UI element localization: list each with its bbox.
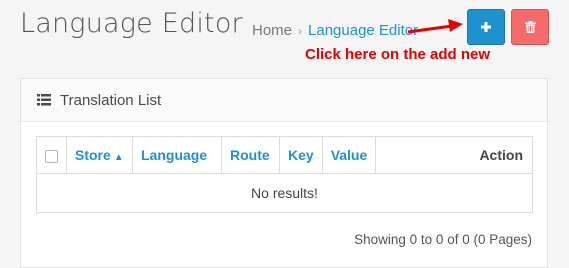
column-value-label: Value: [330, 147, 368, 163]
trash-icon: [524, 21, 536, 33]
pagination-info: Showing 0 to 0 of 0 (0 Pages): [354, 232, 532, 247]
column-store[interactable]: Store ▲: [66, 136, 133, 174]
panel-title: Translation List: [60, 91, 162, 109]
plus-icon: [481, 22, 491, 32]
translation-list-panel: Translation List Store ▲ Language Route K…: [20, 78, 548, 268]
select-all-checkbox[interactable]: [45, 149, 58, 163]
add-new-button[interactable]: [467, 9, 505, 45]
column-route-label: Route: [230, 147, 270, 163]
select-all-cell: [36, 136, 67, 174]
column-language-label: Language: [141, 147, 208, 163]
table-header-row: Store ▲ Language Route Key Value Action: [36, 136, 533, 174]
table-row: No results!: [36, 173, 533, 213]
annotation-text: Click here on the add new: [305, 46, 491, 63]
sort-ascending-icon: ▲: [113, 152, 124, 163]
translation-table: Store▲ Language Route Key Value Action: [36, 136, 533, 213]
column-store-label: Store: [75, 147, 111, 163]
column-route[interactable]: Route: [221, 136, 280, 174]
panel-heading: Translation List: [21, 79, 547, 122]
column-language[interactable]: Language: [132, 136, 222, 174]
column-key[interactable]: Key: [279, 136, 323, 174]
column-action: Action: [375, 136, 533, 174]
column-key-label: Key: [288, 147, 314, 163]
list-icon: [37, 94, 51, 106]
column-action-label: Action: [479, 147, 523, 163]
no-results-message: No results!: [36, 173, 533, 213]
delete-button[interactable]: [511, 9, 549, 45]
column-value[interactable]: Value: [321, 136, 377, 174]
